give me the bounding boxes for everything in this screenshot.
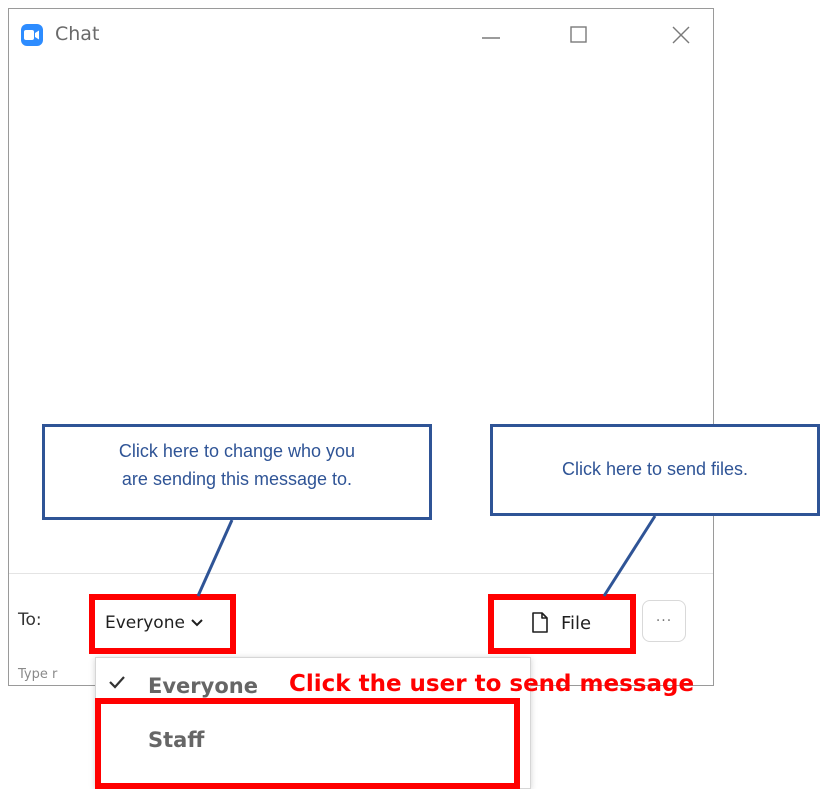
- chat-window: Chat: [8, 8, 714, 686]
- recipient-callout-line-1: Click here to change who you: [118, 441, 356, 461]
- chevron-down-icon: [191, 619, 203, 627]
- to-label: To:: [18, 610, 42, 630]
- close-button[interactable]: [661, 19, 701, 51]
- recipient-callout-line-2: are sending this message to.: [121, 469, 353, 489]
- maximize-icon: [570, 26, 587, 43]
- message-input[interactable]: Type r: [18, 667, 57, 682]
- zoom-camera-icon: [21, 24, 43, 46]
- recipient-value: Everyone: [105, 613, 185, 633]
- minimize-icon: [482, 37, 500, 39]
- file-callout: Click here to send files.: [490, 424, 820, 516]
- menu-item-label: Everyone: [148, 674, 258, 698]
- footer-divider: [9, 573, 713, 574]
- close-icon: [672, 26, 690, 44]
- checkmark-icon: [109, 676, 125, 689]
- recipient-dropdown[interactable]: Everyone: [95, 600, 227, 646]
- recipient-callout: Click here to change who you are sending…: [42, 424, 432, 520]
- file-callout-text: Click here to send files.: [561, 459, 749, 479]
- file-icon: [532, 612, 548, 633]
- send-to-user-note: Click the user to send message: [289, 671, 695, 697]
- maximize-button[interactable]: [559, 19, 599, 51]
- minimize-button[interactable]: [471, 19, 511, 51]
- title-bar: Chat: [9, 9, 713, 61]
- window-title: Chat: [55, 23, 100, 45]
- menu-item-staff[interactable]: Staff: [96, 712, 530, 764]
- file-button[interactable]: File: [498, 602, 624, 644]
- menu-item-label: Staff: [148, 728, 205, 752]
- file-button-label: File: [560, 612, 592, 634]
- more-options-button[interactable]: ···: [642, 600, 686, 642]
